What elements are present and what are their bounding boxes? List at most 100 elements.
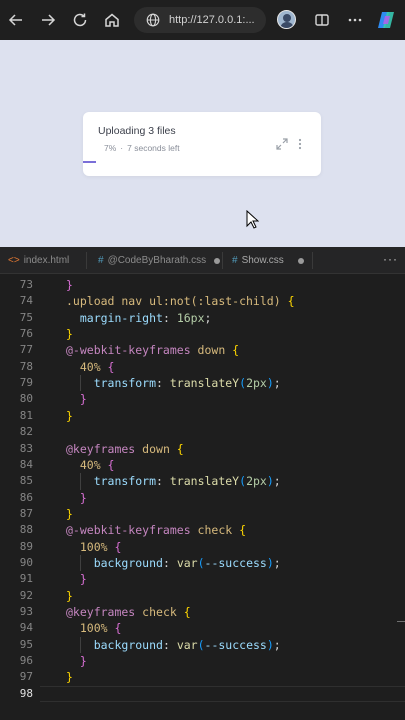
forward-icon[interactable] bbox=[36, 8, 60, 32]
current-line-highlight bbox=[40, 685, 405, 702]
line-number: 96 bbox=[19, 654, 33, 668]
profile-avatar[interactable] bbox=[277, 10, 296, 29]
code-line[interactable]: 92} bbox=[0, 588, 405, 604]
code-token: { bbox=[107, 359, 115, 374]
code-text: } bbox=[66, 571, 87, 587]
code-line[interactable]: 84 40% { bbox=[0, 457, 405, 473]
unsaved-dot-icon[interactable] bbox=[297, 257, 304, 264]
code-token: .upload nav ul:not(:last-child) bbox=[66, 294, 288, 309]
code-token: { bbox=[176, 441, 184, 456]
code-line[interactable]: 78 40% { bbox=[0, 359, 405, 375]
line-number: 98 bbox=[19, 686, 33, 700]
code-text: transform: translateY(2px); bbox=[66, 473, 281, 489]
code-line[interactable]: 75 margin-right: 16px; bbox=[0, 310, 405, 326]
code-token: : bbox=[156, 376, 170, 391]
line-number: 87 bbox=[19, 506, 33, 520]
split-screen-icon[interactable] bbox=[310, 8, 334, 32]
tab-index-html[interactable]: <> index.html bbox=[8, 247, 69, 274]
tab-codebybharath-css[interactable]: # @CodeByBharath.css bbox=[98, 247, 221, 274]
code-token: check bbox=[190, 523, 240, 538]
globe-icon bbox=[146, 13, 160, 27]
copilot-icon[interactable] bbox=[376, 10, 396, 30]
upload-progress-bar bbox=[83, 161, 96, 163]
code-text: } bbox=[66, 506, 73, 522]
code-token: } bbox=[79, 392, 87, 407]
code-line[interactable]: 86 } bbox=[0, 490, 405, 506]
code-token: } bbox=[66, 327, 73, 342]
code-token: } bbox=[66, 278, 73, 292]
code-line[interactable]: 82 bbox=[0, 424, 405, 440]
line-number: 73 bbox=[19, 278, 33, 291]
line-number: 80 bbox=[19, 392, 33, 406]
code-line[interactable]: 95 background: var(--success); bbox=[0, 637, 405, 653]
minimap-marker bbox=[397, 621, 405, 622]
code-line[interactable]: 73} bbox=[0, 277, 405, 293]
code-token: : bbox=[162, 637, 177, 652]
code-text: @keyframes check { bbox=[66, 604, 191, 620]
line-number: 90 bbox=[19, 555, 33, 569]
code-token: { bbox=[107, 457, 115, 472]
line-number: 86 bbox=[19, 490, 33, 504]
css-file-icon: # bbox=[232, 255, 238, 266]
code-line[interactable]: 74 .upload nav ul:not(:last-child) { bbox=[0, 293, 405, 309]
code-line[interactable]: 79 transform: translateY(2px); bbox=[0, 375, 405, 391]
code-token: { bbox=[239, 523, 247, 538]
code-line[interactable]: 93 @keyframes check { bbox=[0, 604, 405, 620]
mouse-cursor-icon bbox=[246, 210, 259, 229]
code-line[interactable]: 85 transform: translateY(2px); bbox=[0, 473, 405, 489]
code-editor[interactable]: 73} 74 .upload nav ul:not(:last-child) {75… bbox=[0, 274, 405, 720]
unsaved-dot-icon[interactable] bbox=[214, 257, 221, 264]
code-token: translateY bbox=[169, 474, 240, 489]
tab-label: @CodeByBharath.css bbox=[107, 255, 207, 266]
expand-icon[interactable] bbox=[276, 138, 288, 150]
code-token: 16px bbox=[176, 310, 205, 325]
code-text: 40% { bbox=[66, 457, 115, 473]
code-line[interactable]: 90 background: var(--success); bbox=[0, 555, 405, 571]
more-icon[interactable] bbox=[343, 8, 367, 32]
code-line[interactable]: 76} bbox=[0, 326, 405, 342]
code-line[interactable]: 91 } bbox=[0, 571, 405, 587]
code-line[interactable]: 94 100% { bbox=[0, 620, 405, 636]
address-bar[interactable]: http://127.0.0.1:... bbox=[134, 7, 266, 33]
code-line[interactable]: 77 @-webkit-keyframes down { bbox=[0, 342, 405, 358]
code-token: ; bbox=[273, 637, 281, 652]
refresh-icon[interactable] bbox=[68, 8, 92, 32]
tabs-more-icon[interactable]: ··· bbox=[383, 252, 398, 266]
line-number: 85 bbox=[19, 474, 33, 488]
code-line[interactable]: 87} bbox=[0, 506, 405, 522]
code-token: } bbox=[66, 588, 73, 603]
code-token: 40% bbox=[66, 359, 108, 374]
code-line[interactable]: 81} bbox=[0, 408, 405, 424]
back-icon[interactable] bbox=[4, 8, 28, 32]
tab-show-css[interactable]: # Show.css bbox=[232, 247, 304, 274]
line-number: 75 bbox=[19, 310, 33, 324]
code-line[interactable]: 89 100% { bbox=[0, 539, 405, 555]
web-page: Uploading 3 files 7% · 7 seconds left bbox=[0, 40, 405, 247]
code-token: translateY bbox=[169, 376, 240, 391]
code-token: 100% bbox=[66, 539, 115, 554]
line-number: 76 bbox=[19, 327, 33, 341]
upload-percent: 7% bbox=[104, 143, 117, 153]
code-line[interactable]: 98 bbox=[0, 685, 405, 702]
code-token: transform bbox=[93, 376, 157, 391]
kebab-menu-icon[interactable] bbox=[297, 138, 303, 150]
code-token: ; bbox=[273, 555, 281, 570]
code-line[interactable]: 96 } bbox=[0, 653, 405, 669]
code-line[interactable]: 97} bbox=[0, 669, 405, 685]
code-text: .upload nav ul:not(:last-child) { bbox=[66, 293, 295, 309]
code-text: margin-right: 16px; bbox=[66, 310, 212, 326]
code-token: transform bbox=[93, 474, 157, 489]
home-icon[interactable] bbox=[100, 8, 124, 32]
editor-tab-bar: <> index.html # @CodeByBharath.css # Sho… bbox=[0, 247, 405, 274]
code-line[interactable]: 80 } bbox=[0, 391, 405, 407]
line-number: 89 bbox=[19, 539, 33, 553]
code-token: --success bbox=[204, 555, 267, 570]
code-line[interactable]: 88 @-webkit-keyframes check { bbox=[0, 522, 405, 538]
code-text: background: var(--success); bbox=[66, 555, 281, 571]
code-token: check bbox=[135, 605, 184, 619]
code-line[interactable]: 83 @keyframes down { bbox=[0, 441, 405, 457]
code-text: background: var(--success); bbox=[66, 637, 281, 653]
